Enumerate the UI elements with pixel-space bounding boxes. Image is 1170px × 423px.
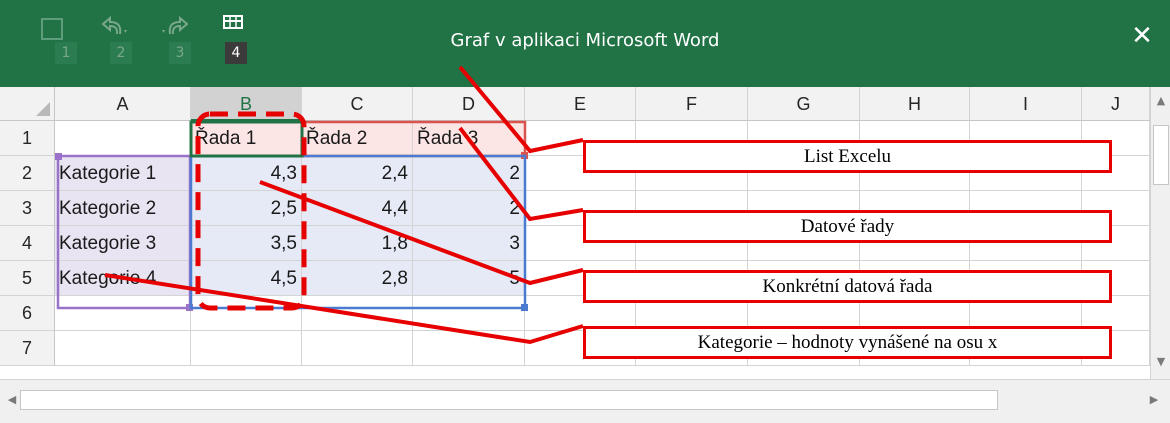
row-header[interactable]: 1 (0, 121, 55, 156)
category-cell[interactable]: Kategorie 2 (55, 191, 191, 226)
column-header[interactable]: I (970, 87, 1082, 121)
horizontal-scrollbar[interactable]: ◀ ▶ (0, 379, 1170, 423)
series-header-cell[interactable]: Řada 1 (191, 121, 302, 156)
title-bar: 1 2 3 4 Graf v aplikaci Microsoft Word ✕ (0, 0, 1170, 87)
vertical-scrollbar[interactable]: ▲ ▼ (1150, 87, 1170, 379)
column-header[interactable]: D (413, 87, 525, 121)
column-header[interactable]: B (191, 87, 302, 121)
select-all-corner[interactable] (0, 87, 55, 121)
horizontal-scroll-thumb[interactable] (20, 390, 998, 410)
value-cell[interactable]: 2,5 (191, 191, 302, 226)
column-header[interactable]: E (525, 87, 636, 121)
sheet-cell[interactable] (302, 331, 413, 366)
series-header-cell[interactable]: Řada 2 (302, 121, 413, 156)
value-cell[interactable]: 4,5 (191, 261, 302, 296)
value-cell[interactable]: 1,8 (302, 226, 413, 261)
sheet-cell[interactable] (413, 331, 525, 366)
sheet-cell[interactable] (191, 331, 302, 366)
value-cell[interactable]: 3,5 (191, 226, 302, 261)
scroll-up-icon[interactable]: ▲ (1151, 91, 1170, 111)
category-cell[interactable]: Kategorie 1 (55, 156, 191, 191)
row-header[interactable]: 3 (0, 191, 55, 226)
value-cell[interactable]: 2,8 (302, 261, 413, 296)
row-header[interactable]: 4 (0, 226, 55, 261)
value-cell[interactable]: 4,3 (191, 156, 302, 191)
callout-datove-rady: Datové řady (583, 210, 1112, 243)
column-header[interactable]: H (860, 87, 970, 121)
column-header[interactable]: G (748, 87, 860, 121)
scroll-left-icon[interactable]: ◀ (2, 390, 22, 410)
callout-kategorie: Kategorie – hodnoty vynášené na osu x (583, 326, 1112, 359)
sheet-cell[interactable] (302, 296, 413, 331)
column-header[interactable]: F (636, 87, 748, 121)
row-header[interactable]: 7 (0, 331, 55, 366)
column-header[interactable]: J (1082, 87, 1150, 121)
callout-list-excelu: List Excelu (583, 140, 1112, 173)
sheet-cell[interactable] (413, 296, 525, 331)
row-header[interactable]: 6 (0, 296, 55, 331)
sheet-cell[interactable] (55, 121, 191, 156)
vertical-scroll-thumb[interactable] (1153, 125, 1169, 185)
callout-konkretni-datova-rada: Konkrétní datová řada (583, 270, 1112, 303)
category-cell[interactable]: Kategorie 4 (55, 261, 191, 296)
window-title: Graf v aplikaci Microsoft Word (450, 30, 720, 51)
value-cell[interactable]: 4,4 (302, 191, 413, 226)
sheet-cell[interactable] (55, 296, 191, 331)
scroll-right-icon[interactable]: ▶ (1144, 390, 1164, 410)
sheet-cell[interactable] (55, 331, 191, 366)
scroll-down-icon[interactable]: ▼ (1151, 352, 1170, 372)
close-icon[interactable]: ✕ (1128, 22, 1156, 50)
value-cell[interactable]: 2 (413, 156, 525, 191)
value-cell[interactable]: 2,4 (302, 156, 413, 191)
value-cell[interactable]: 2 (413, 191, 525, 226)
value-cell[interactable]: 5 (413, 261, 525, 296)
series-header-cell[interactable]: Řada 3 (413, 121, 525, 156)
column-header[interactable]: A (55, 87, 191, 121)
row-header[interactable]: 2 (0, 156, 55, 191)
column-header[interactable]: C (302, 87, 413, 121)
row-header[interactable]: 5 (0, 261, 55, 296)
sheet-cell[interactable] (191, 296, 302, 331)
value-cell[interactable]: 3 (413, 226, 525, 261)
category-cell[interactable]: Kategorie 3 (55, 226, 191, 261)
